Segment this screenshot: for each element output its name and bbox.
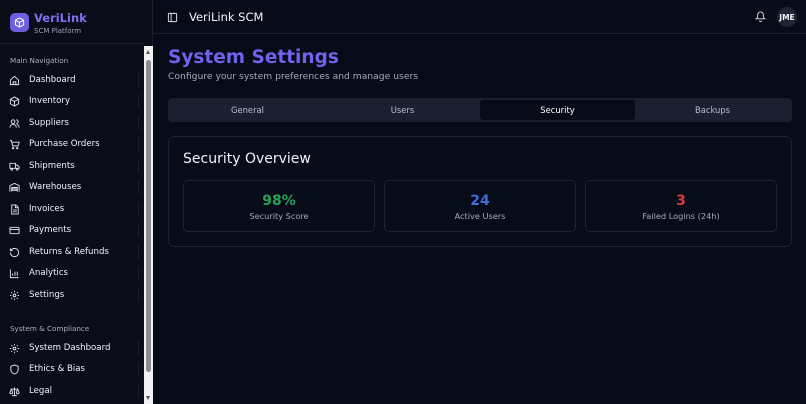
sidebar-item-legal[interactable]: Legal (0, 381, 139, 401)
scroll-up-arrow-icon[interactable] (146, 50, 150, 54)
divider (138, 137, 139, 151)
divider (138, 266, 139, 280)
stat-value: 3 (676, 193, 686, 209)
sidebar-item-warehouses[interactable]: Warehouses (0, 177, 139, 197)
bell-icon[interactable] (755, 11, 766, 22)
sidebar-item-shipments[interactable]: Shipments (0, 156, 139, 176)
section-label-system: System & Compliance (10, 324, 90, 333)
package-icon (9, 96, 20, 107)
sidebar-item-label: Payments (29, 225, 72, 235)
sidebar-item-label: Warehouses (29, 182, 82, 192)
divider (138, 180, 139, 194)
sidebar-item-analytics[interactable]: Analytics (0, 263, 139, 283)
stat-value: 98% (262, 193, 296, 209)
shield-icon (10, 364, 19, 375)
scale-icon (9, 387, 20, 397)
scroll-thumb[interactable] (146, 60, 151, 372)
security-overview-card: Security Overview 98% Security Score 24 … (168, 136, 792, 247)
brand-subtitle: SCM Platform (34, 27, 82, 35)
sidebar-item-label: Ethics & Bias (29, 364, 86, 374)
sidebar-item-payments[interactable]: Payments (0, 220, 139, 240)
sidebar: VeriLink SCM Platform Main Navigation Da… (0, 0, 153, 404)
credit-card-icon (9, 226, 20, 235)
divider (138, 202, 139, 216)
package-logo-icon (10, 13, 29, 32)
sidebar-item-purchase-orders[interactable]: Purchase Orders (0, 134, 139, 154)
sidebar-item-invoices[interactable]: Invoices (0, 199, 139, 219)
sidebar-item-ethics[interactable]: Ethics & Bias (0, 359, 139, 379)
avatar[interactable]: JME (777, 7, 797, 27)
sidebar-item-system-dashboard[interactable]: System Dashboard (0, 338, 139, 358)
page-title: System Settings (168, 47, 339, 68)
divider (138, 341, 139, 355)
sidebar-item-label: Settings (29, 290, 65, 300)
header-title: VeriLink SCM (189, 10, 264, 24)
warehouse-icon (9, 182, 20, 192)
divider (138, 362, 139, 376)
sidebar-scrollbar[interactable] (144, 46, 153, 404)
stat-failed-logins: 3 Failed Logins (24h) (585, 180, 777, 232)
tab-users[interactable]: Users (325, 100, 480, 120)
stat-value: 24 (470, 193, 490, 209)
sidebar-item-dashboard[interactable]: Dashboard (0, 70, 139, 90)
brand[interactable]: VeriLink SCM Platform (0, 0, 145, 44)
sidebar-item-suppliers[interactable]: Suppliers (0, 113, 139, 133)
tab-backups[interactable]: Backups (635, 100, 790, 120)
bar-chart-icon (9, 269, 19, 279)
sidebar-item-label: Purchase Orders (29, 139, 100, 149)
stat-active-users: 24 Active Users (384, 180, 576, 232)
divider (138, 288, 139, 302)
tab-general[interactable]: General (170, 100, 325, 120)
file-icon (11, 204, 19, 215)
sidebar-item-inventory[interactable]: Inventory (0, 91, 139, 111)
section-label-main: Main Navigation (10, 56, 69, 65)
sidebar-item-label: Legal (29, 386, 53, 396)
divider (138, 73, 139, 87)
page-subtitle: Configure your system preferences and ma… (168, 71, 419, 82)
home-icon (9, 75, 20, 86)
stat-label: Failed Logins (24h) (642, 211, 720, 221)
rotate-ccw-icon (9, 247, 20, 258)
sidebar-item-label: Suppliers (29, 118, 69, 128)
users-icon (9, 119, 20, 128)
divider (138, 384, 139, 398)
settings-tabs: General Users Security Backups (168, 98, 792, 122)
sidebar-item-label: System Dashboard (29, 343, 111, 353)
tab-security[interactable]: Security (480, 100, 635, 120)
scroll-down-arrow-icon[interactable] (146, 396, 150, 400)
sidebar-item-label: Invoices (29, 204, 65, 214)
stat-label: Active Users (454, 211, 506, 221)
sidebar-toggle-icon[interactable] (167, 12, 178, 23)
sidebar-item-label: Shipments (29, 161, 75, 171)
sidebar-item-settings[interactable]: Settings (0, 285, 139, 305)
divider (138, 116, 139, 130)
divider (138, 245, 139, 259)
stat-label: Security Score (249, 211, 309, 221)
divider (138, 159, 139, 173)
cart-icon (9, 139, 20, 150)
divider (138, 223, 139, 237)
sidebar-item-returns[interactable]: Returns & Refunds (0, 242, 139, 262)
card-title: Security Overview (183, 151, 311, 167)
sidebar-item-label: Dashboard (29, 75, 76, 85)
gear-icon (9, 290, 20, 301)
gear-icon (9, 343, 20, 354)
header: VeriLink SCM JME (153, 0, 806, 34)
sidebar-item-label: Returns & Refunds (29, 247, 109, 257)
stat-security-score: 98% Security Score (183, 180, 375, 232)
sidebar-item-label: Inventory (29, 96, 71, 106)
sidebar-item-label: Analytics (29, 268, 69, 278)
divider (138, 94, 139, 108)
brand-name: VeriLink (34, 11, 87, 25)
truck-icon (9, 162, 20, 171)
nav-scroll-area: Main Navigation Dashboard Inventory Supp… (0, 45, 145, 404)
